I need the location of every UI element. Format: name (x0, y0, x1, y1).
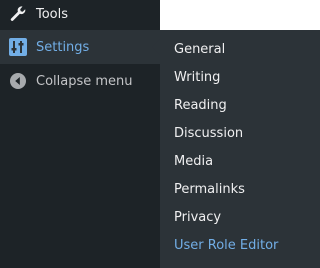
settings-submenu: General Writing Reading Discussion Media… (160, 30, 320, 268)
submenu-item-writing[interactable]: Writing (174, 68, 220, 88)
submenu-item-media[interactable]: Media (174, 152, 213, 172)
content-area (160, 0, 320, 30)
collapse-menu-button[interactable]: Collapse menu (0, 64, 160, 98)
collapse-menu-label: Collapse menu (36, 73, 133, 89)
submenu-item-permalinks[interactable]: Permalinks (174, 180, 245, 200)
submenu-item-reading[interactable]: Reading (174, 96, 227, 116)
submenu-pointer (152, 39, 160, 55)
wrench-icon (0, 4, 36, 24)
sidebar-item-label: Settings (36, 39, 90, 55)
collapse-icon (0, 72, 36, 90)
submenu-item-discussion[interactable]: Discussion (174, 124, 243, 144)
admin-sidebar: Tools Settings Collapse menu (0, 0, 160, 268)
settings-icon (0, 38, 36, 56)
sidebar-item-settings[interactable]: Settings (0, 30, 160, 64)
sidebar-item-tools[interactable]: Tools (0, 0, 160, 31)
submenu-item-general[interactable]: General (174, 40, 225, 60)
submenu-item-privacy[interactable]: Privacy (174, 208, 221, 228)
submenu-item-user-role-editor[interactable]: User Role Editor (174, 236, 278, 256)
sidebar-item-label: Tools (36, 6, 69, 22)
